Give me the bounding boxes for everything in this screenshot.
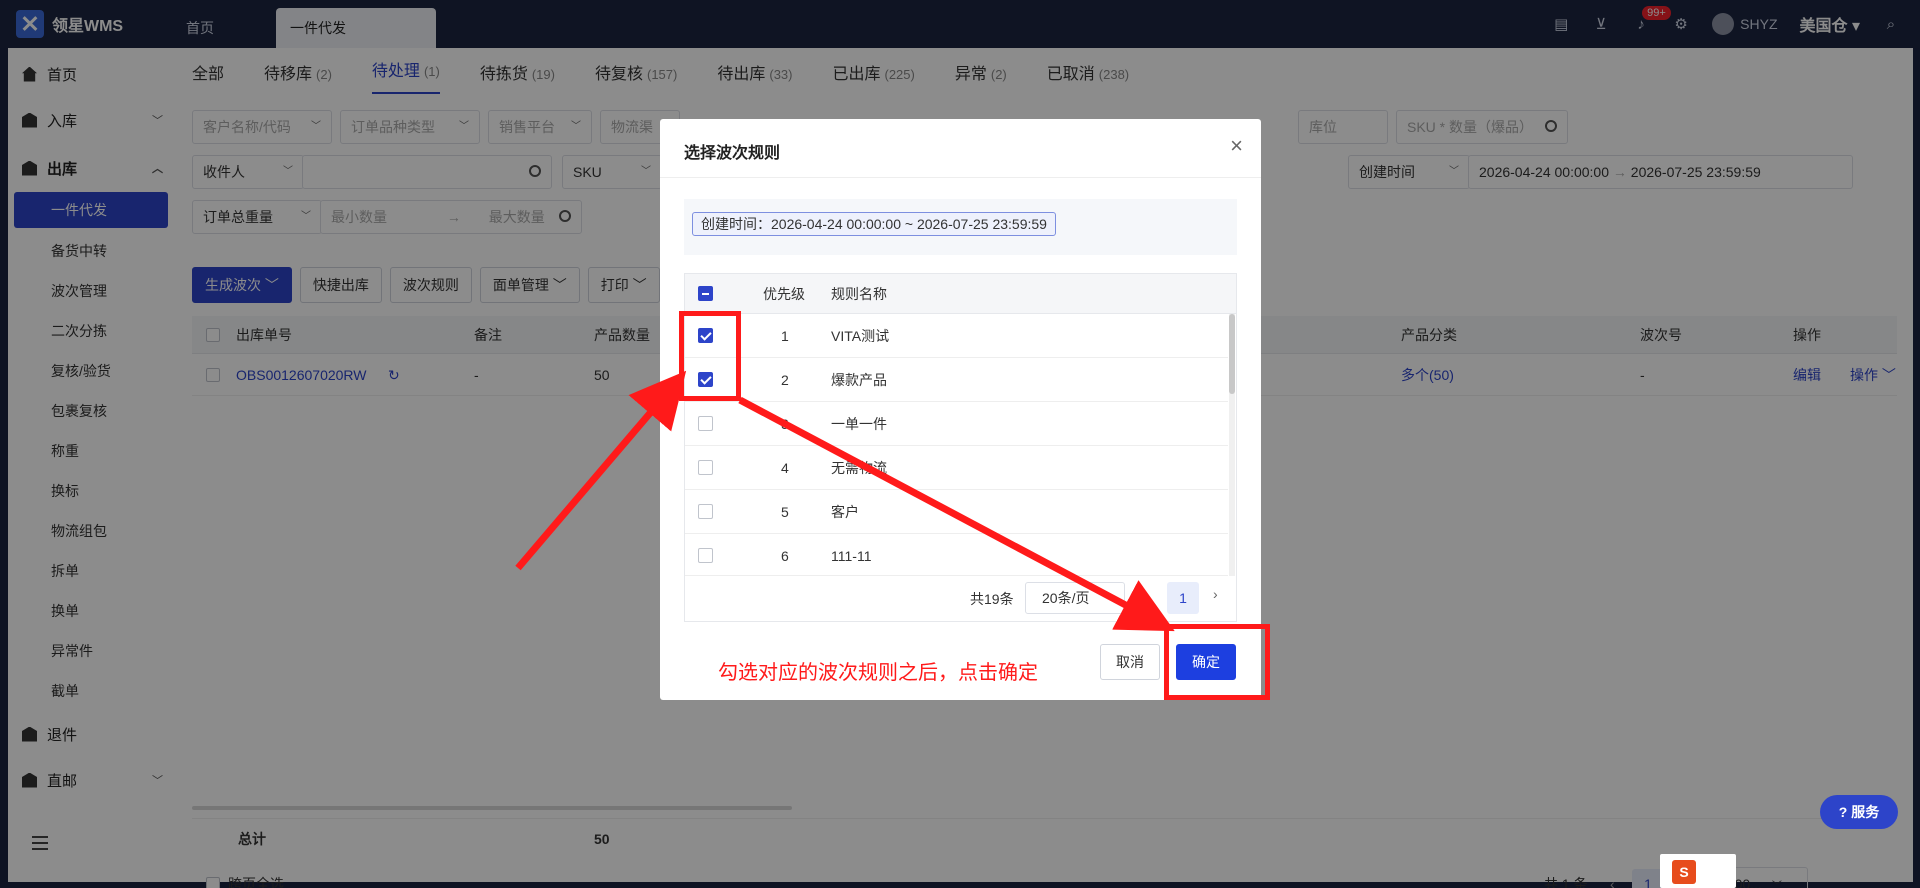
rule-name: 客户 [831,504,859,520]
col-rule-name: 规则名称 [831,286,887,302]
service-button[interactable]: ? 服务 [1820,795,1898,829]
rules-table: 优先级 规则名称 1 VITA测试 2 爆款产品 3 一单一件 4 无需物流 5… [684,273,1237,622]
annotation-text: 勾选对应的波次规则之后，点击确定 [718,660,1038,684]
rule-row[interactable]: 2 爆款产品 [685,358,1228,402]
rule-row[interactable]: 6 111-11 [685,534,1228,576]
rule-checkbox[interactable] [698,548,713,563]
rules-scrollbar[interactable] [1229,314,1235,576]
rule-checkbox[interactable] [698,504,713,519]
ime-logo-icon: S [1672,860,1696,884]
rule-priority: 6 [781,548,789,564]
rule-name: 一单一件 [831,416,887,432]
rule-name: 无需物流 [831,460,887,476]
annotation-box-checkboxes [679,311,741,401]
dialog-title: 选择波次规则 [684,145,781,162]
close-icon[interactable]: × [1230,133,1243,159]
annotation-box-confirm [1164,624,1270,700]
rule-priority: 2 [781,372,789,388]
rules-pager: 共19条 20条/页 ‹ 1 › [685,576,1236,621]
service-label: 服务 [1851,804,1880,820]
pager-total: 共19条 [970,591,1014,607]
rule-row[interactable]: 4 无需物流 [685,446,1228,490]
col-priority: 优先级 [763,286,805,302]
rule-checkbox[interactable] [698,460,713,475]
rule-name: 111-11 [831,548,872,564]
rule-row[interactable]: 1 VITA测试 [685,314,1228,358]
prev-page-icon[interactable]: ‹ [1143,586,1148,602]
rule-priority: 1 [781,328,789,344]
cancel-button[interactable]: 取消 [1100,644,1160,680]
rule-checkbox[interactable] [698,416,713,431]
select-all-rules-checkbox[interactable] [698,286,713,301]
rule-row[interactable]: 3 一单一件 [685,402,1228,446]
ime-toolbar[interactable]: S [1660,854,1736,888]
divider [660,177,1261,178]
rule-name: 爆款产品 [831,372,887,388]
condition-tag: 创建时间：2026-04-24 00:00:00 ~ 2026-07-25 23… [692,212,1056,236]
pager-current[interactable]: 1 [1167,582,1199,614]
wave-rule-dialog: 选择波次规则 × 创建时间：2026-04-24 00:00:00 ~ 2026… [660,119,1261,700]
next-page-icon[interactable]: › [1213,586,1218,602]
pager-size-select[interactable]: 20条/页 [1025,582,1125,614]
rule-name: VITA测试 [831,328,890,344]
help-icon: ? [1838,804,1848,820]
rule-priority: 4 [781,460,789,476]
condition-panel: 创建时间：2026-04-24 00:00:00 ~ 2026-07-25 23… [684,199,1237,255]
rule-priority: 3 [781,416,789,432]
rule-priority: 5 [781,504,789,520]
rule-row[interactable]: 5 客户 [685,490,1228,534]
rules-table-header: 优先级 规则名称 [685,274,1236,314]
